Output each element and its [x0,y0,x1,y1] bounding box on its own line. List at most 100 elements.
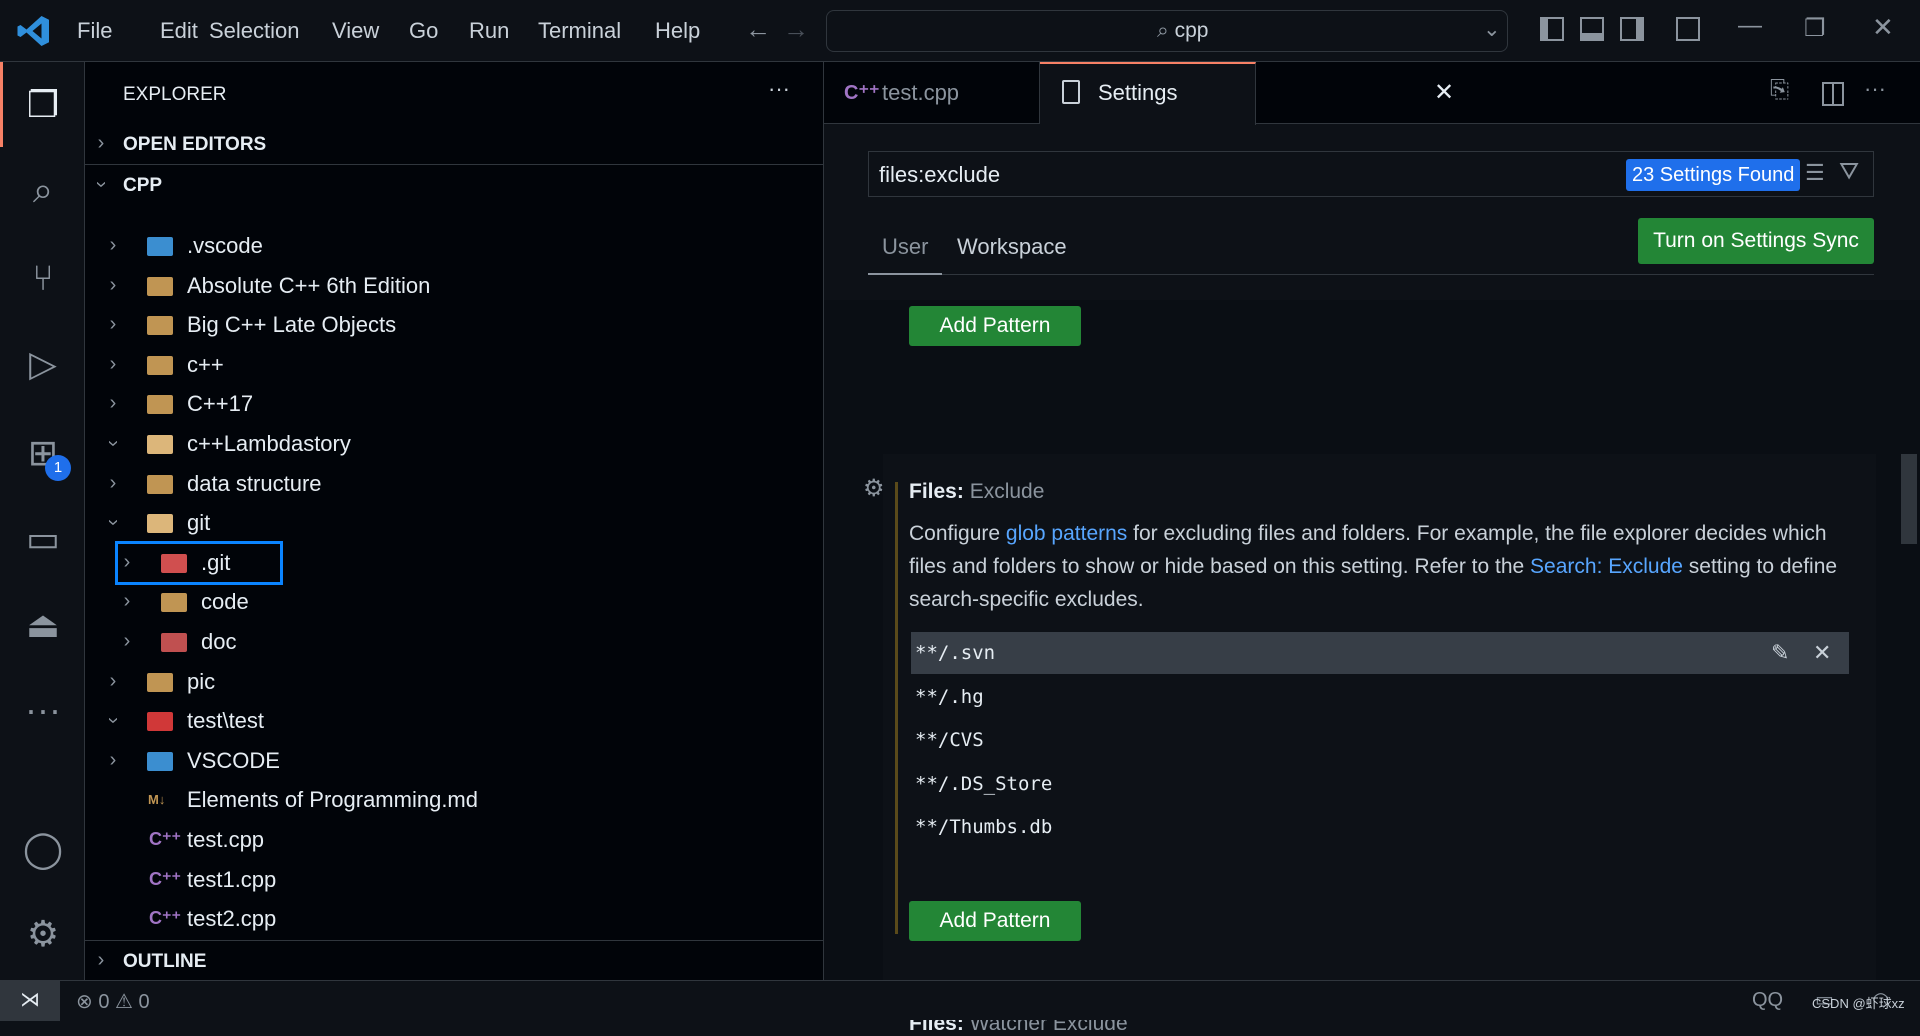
tab-settings[interactable]: Settings ✕ [1040,62,1454,125]
tree-item[interactable]: › c++ [85,345,824,384]
tree-item[interactable]: › c++Lambdastory [85,424,824,463]
open-settings-json-icon[interactable]: ⎘ [1770,76,1789,104]
tree-item[interactable]: › .git [85,540,824,585]
tree-item[interactable]: › pic [85,662,824,701]
tree-item[interactable]: C⁺⁺ test.cpp [85,820,824,859]
tree-item[interactable]: › VSCODE [85,741,824,780]
tree-item[interactable]: › data structure [85,464,824,503]
glob-patterns-link[interactable]: glob patterns [1006,522,1127,545]
pattern-row[interactable]: **/Thumbs.db [911,806,1849,848]
folder-icon [147,316,173,336]
accounts-icon[interactable]: ◯ [18,824,68,874]
pattern-row[interactable]: **/.DS_Store [911,763,1849,805]
open-editors-section[interactable]: › OPEN EDITORS [85,129,824,161]
explorer-icon[interactable]: ❐ [18,80,68,130]
tree-item[interactable]: › doc [85,622,824,661]
cpp-root-section[interactable]: › CPP [85,170,824,202]
problems-indicator[interactable]: ⊗ 0 ⚠ 0 [76,989,150,1014]
minimize-icon[interactable]: — [1738,12,1762,40]
command-center-search[interactable]: ⌕ cpp ⌄ [826,10,1508,52]
settings-search-input[interactable]: files:exclude 23 Settings Found ☰ ⛛ [868,151,1874,197]
tree-item[interactable]: › git [85,503,824,542]
more-actions-icon[interactable]: ··· [768,76,790,102]
chevron-down-icon[interactable]: › [94,513,133,533]
pattern-row[interactable]: **/.svn ✎ ✕ [911,632,1849,674]
chevron-right-icon[interactable]: › [117,582,137,621]
scrollbar-thumb[interactable] [1901,454,1917,544]
menu-go[interactable]: Go [409,18,438,44]
tree-item-label: data structure [187,470,322,496]
chevron-right-icon[interactable]: › [103,741,123,780]
search-exclude-link[interactable]: Search: Exclude [1530,555,1683,578]
chevron-right-icon[interactable]: › [103,662,123,701]
menu-help[interactable]: Help [655,18,700,44]
restore-icon[interactable]: ❐ [1804,14,1826,43]
filter-icon[interactable]: ⛛ [1839,158,1859,186]
testing-icon[interactable]: ⏏ [18,600,68,650]
folder-open-icon [147,435,173,454]
chevron-right-icon[interactable]: › [103,345,123,384]
tree-item[interactable]: › Big C++ Late Objects [85,305,824,344]
menu-terminal[interactable]: Terminal [538,18,621,44]
menu-view[interactable]: View [332,18,379,44]
pattern-row[interactable]: **/CVS [911,719,1849,761]
clear-filter-icon[interactable]: ☰ [1805,160,1825,186]
more-icon[interactable]: ··· [18,685,68,735]
menu-selection[interactable]: Selection [209,18,300,44]
turn-on-settings-sync-button[interactable]: Turn on Settings Sync [1638,218,1874,264]
chevron-right-icon[interactable]: › [103,384,123,423]
pattern-row[interactable]: **/.hg [911,676,1849,718]
tree-item[interactable]: › Absolute C++ 6th Edition [85,266,824,305]
toggle-sidebar-icon[interactable] [1540,17,1564,41]
chevron-right-icon[interactable]: › [103,305,123,344]
chevron-down-icon[interactable]: › [94,434,133,454]
remote-indicator-icon[interactable]: ⋊ [0,981,60,1021]
tree-item[interactable]: C⁺⁺ test2.cpp [85,899,824,938]
chevron-right-icon[interactable]: › [103,464,123,503]
add-pattern-button[interactable]: Add Pattern [909,901,1081,941]
chevron-down-icon[interactable]: › [94,711,133,731]
folder-icon [147,672,173,692]
search-icon[interactable]: ⌕ [18,165,68,215]
tree-item[interactable]: › C++17 [85,384,824,423]
tree-item[interactable]: › code [85,582,824,621]
menu-file[interactable]: File [77,18,112,44]
close-window-icon[interactable]: ✕ [1872,12,1894,43]
chevron-down-icon[interactable]: ⌄ [1483,17,1501,42]
tree-item[interactable]: C⁺⁺ test1.cpp [85,860,824,899]
tree-item[interactable]: › test\test [85,701,824,740]
remote-explorer-icon[interactable]: ▭ [18,514,68,564]
split-editor-icon[interactable] [1822,82,1844,106]
add-pattern-button[interactable]: Add Pattern [909,306,1081,346]
chevron-right-icon[interactable]: › [117,622,137,661]
tab-workspace[interactable]: Workspace [957,234,1067,260]
tree-item[interactable]: M↓ Elements of Programming.md [85,780,824,819]
qq-status[interactable]: QQ [1752,989,1783,1012]
tree-item-label: c++Lambdastory [187,431,351,456]
close-tab-icon[interactable]: ✕ [1434,62,1454,124]
menu-run[interactable]: Run [469,18,509,44]
back-arrow-icon[interactable]: ← [745,14,771,45]
tree-item-label: Big C++ Late Objects [187,312,397,338]
setting-gear-icon[interactable]: ⚙ [863,474,885,503]
manage-gear-icon[interactable]: ⚙ [18,909,68,959]
outline-section[interactable]: › OUTLINE [85,946,824,978]
error-count: 0 [98,991,110,1013]
chevron-right-icon[interactable]: › [103,226,123,265]
edit-pencil-icon[interactable]: ✎ [1771,640,1789,666]
tab-test-cpp[interactable]: C⁺⁺ test.cpp [824,62,1040,124]
customize-layout-icon[interactable] [1676,17,1700,41]
settings-list: Add Pattern ⚙ Files: Exclude Configure g… [824,300,1920,1035]
test-folder-icon [147,712,173,732]
toggle-panel-icon[interactable] [1580,17,1604,41]
toggle-secondary-sidebar-icon[interactable] [1620,17,1644,41]
tree-item[interactable]: › .vscode [85,226,824,265]
tab-user[interactable]: User [882,234,928,260]
source-control-icon[interactable]: ⑂ [18,253,68,303]
remove-icon[interactable]: ✕ [1813,640,1831,666]
chevron-right-icon[interactable]: › [103,266,123,305]
menu-edit[interactable]: Edit [160,18,198,44]
more-actions-icon[interactable]: ··· [1864,76,1886,102]
run-debug-icon[interactable]: ▷ [18,339,68,389]
forward-arrow-icon[interactable]: → [783,14,809,45]
